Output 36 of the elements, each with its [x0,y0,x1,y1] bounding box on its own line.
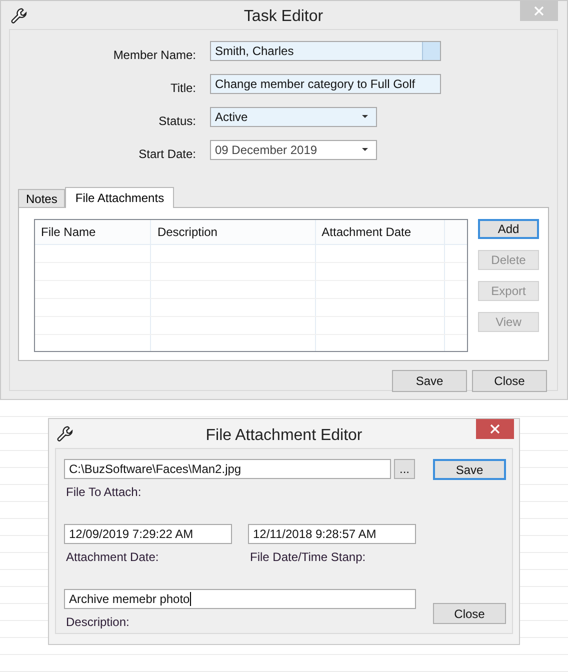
window-title: Task Editor [244,8,324,26]
status-dropdown[interactable]: Active [210,107,377,127]
date-picker[interactable]: 09 December 2019 [210,140,377,160]
browse-button[interactable]: ... [394,459,415,479]
field-label: Attachment Date: [66,550,159,564]
dialog-button[interactable]: Close [472,370,547,392]
close-button[interactable]: Close [433,603,506,624]
title-field[interactable]: Change member category to Full Golf [210,74,441,94]
member-name-field[interactable]: Smith, Charles [210,41,441,61]
file-date-field[interactable]: 12/11/2018 9:28:57 AM [248,524,416,544]
window-title: File Attachment Editor [206,426,362,444]
field-label: Status: [158,114,196,128]
tab[interactable]: Notes [18,189,66,207]
field-label: Member Name: [113,48,196,62]
tab[interactable]: File Attachments [65,187,174,208]
dropdown-arrow-icon [362,115,368,119]
close-icon [490,424,500,434]
file-path-field[interactable]: C:\BuzSoftware\Faces\Man2.jpg [64,459,391,479]
wrench-icon [10,7,28,25]
field-label: Start Date: [138,147,196,161]
close-icon [534,6,544,16]
field-label: File To Attach: [66,485,142,499]
close-button[interactable] [476,419,514,439]
attachment-date-field[interactable]: 12/09/2019 7:29:22 AM [64,524,232,544]
side-button[interactable]: Add [478,219,539,239]
field-label: Title: [170,81,196,95]
column-header[interactable]: Description [151,220,316,244]
column-header[interactable]: File Name [35,220,152,244]
dialog-button[interactable]: Save [392,370,467,392]
field-label: Description: [66,615,130,629]
column-header[interactable]: Attachment Date [316,220,446,244]
save-button[interactable]: Save [433,459,506,480]
wrench-icon [56,425,74,443]
field-label: File Date/Time Stanp: [250,550,366,564]
dropdown-arrow-icon [362,148,368,152]
description-field[interactable]: Archive memebr photo [64,589,416,609]
